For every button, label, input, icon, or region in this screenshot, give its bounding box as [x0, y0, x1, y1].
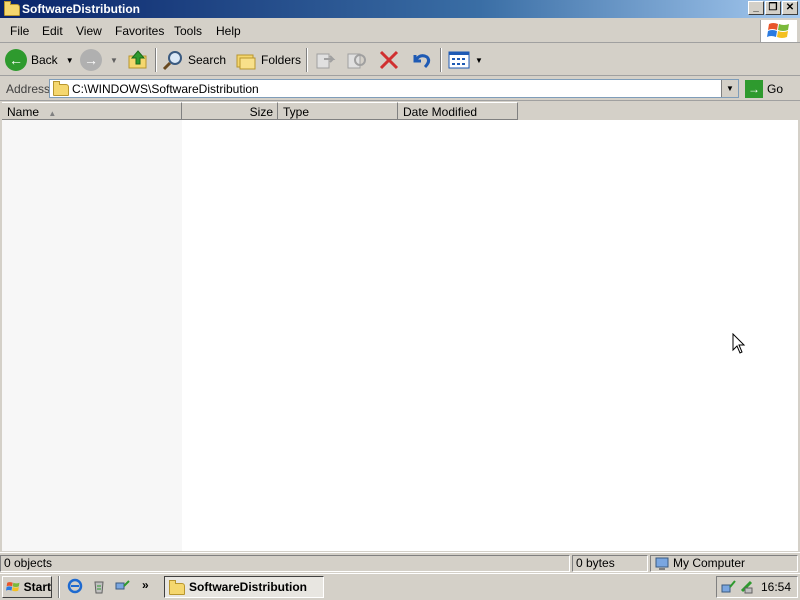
menu-favorites[interactable]: Favorites [115, 24, 164, 38]
folders-label: Folders [261, 53, 302, 67]
window-title: SoftwareDistribution [22, 2, 141, 16]
restore-button[interactable]: ❐ [765, 1, 781, 15]
column-date-label: Date Modified [403, 105, 478, 119]
up-folder-icon [128, 50, 147, 69]
folders-icon [236, 54, 256, 70]
internet-explorer-icon[interactable] [67, 578, 83, 594]
copy-to-icon [347, 53, 366, 69]
menu-bar: File Edit View Favorites Tools Help [0, 19, 800, 43]
windows-logo-icon [6, 582, 20, 592]
undo-icon [413, 54, 431, 69]
column-name-label: Name [7, 105, 40, 119]
column-header-type[interactable]: Type [278, 102, 398, 120]
move-to-icon [316, 53, 336, 69]
sort-ascending-icon: ▲ [48, 109, 57, 118]
column-header-name[interactable]: Name ▲ [2, 102, 182, 120]
folder-icon [4, 1, 20, 16]
clock: 16:54 [760, 580, 791, 594]
file-list[interactable] [2, 120, 798, 551]
folder-icon [53, 81, 69, 96]
column-header-date-modified[interactable]: Date Modified [398, 102, 518, 120]
delete-x-icon [379, 50, 399, 70]
taskbar-window-label: SoftwareDistribution [189, 580, 308, 594]
quicklaunch-chevron[interactable]: » [142, 578, 149, 592]
status-location-label: My Computer [673, 556, 746, 570]
status-bar: 0 objects 0 bytes My Computer [0, 552, 800, 572]
taskbar: Start » SoftwareDistribution 16:54 [0, 573, 800, 600]
list-header: Name ▲ Size Type Date Modified [2, 102, 798, 120]
toolbar: ← Back ▼ → ▼ Search Folders ▼ [0, 44, 800, 76]
back-label: Back [31, 53, 58, 67]
search-button[interactable]: Search [162, 47, 226, 73]
minimize-button[interactable]: _ [748, 1, 764, 15]
menu-file[interactable]: File [10, 24, 29, 38]
column-size-label: Size [249, 105, 273, 119]
views-grid-icon [448, 51, 470, 69]
up-folder-button[interactable] [127, 47, 149, 73]
go-label: Go [767, 82, 784, 96]
back-arrow-icon: ← [5, 49, 27, 71]
title-bar[interactable]: SoftwareDistribution _ ❐ ✕ [0, 0, 800, 18]
menu-help[interactable]: Help [216, 24, 241, 38]
back-dropdown-icon[interactable]: ▼ [66, 56, 74, 65]
forward-dropdown-icon[interactable]: ▼ [110, 56, 118, 65]
copy-to-button[interactable] [345, 47, 367, 73]
close-button[interactable]: ✕ [782, 1, 798, 15]
taskbar-window-button[interactable]: SoftwareDistribution [164, 576, 324, 598]
column-type-label: Type [283, 105, 310, 119]
mouse-cursor-icon [732, 333, 746, 354]
views-button[interactable]: ▼ [447, 47, 483, 73]
views-dropdown-icon[interactable]: ▼ [475, 56, 483, 65]
back-button[interactable]: ← Back ▼ [5, 47, 74, 73]
delete-button[interactable] [378, 47, 400, 73]
network-icon[interactable] [114, 578, 130, 594]
menu-view[interactable]: View [76, 24, 102, 38]
my-computer-icon [655, 557, 669, 570]
forward-button[interactable]: → ▼ [80, 47, 118, 73]
address-label: Address [6, 82, 51, 96]
undo-button[interactable] [410, 47, 432, 73]
address-bar: Address C:\WINDOWS\SoftwareDistribution … [0, 77, 800, 101]
search-label: Search [188, 53, 227, 67]
address-dropdown-icon[interactable]: ▼ [721, 80, 738, 97]
network-tray-icon[interactable] [721, 579, 737, 595]
menu-edit[interactable]: Edit [42, 24, 63, 38]
folders-button[interactable]: Folders [235, 47, 301, 73]
go-button[interactable]: → Go [745, 79, 795, 99]
system-tray: 16:54 [716, 576, 798, 598]
move-to-button[interactable] [314, 47, 336, 73]
column-header-size[interactable]: Size [182, 102, 278, 120]
status-size: 0 bytes [572, 555, 648, 572]
status-object-count: 0 objects [0, 555, 570, 572]
start-label: Start [23, 580, 51, 594]
recycle-bin-icon[interactable] [91, 578, 107, 594]
start-button[interactable]: Start [2, 576, 52, 598]
windows-logo-icon [760, 20, 797, 42]
safely-remove-hardware-icon[interactable] [739, 579, 755, 595]
sorted-column-shade [2, 120, 182, 551]
address-value: C:\WINDOWS\SoftwareDistribution [72, 82, 259, 96]
status-location: My Computer [650, 555, 798, 572]
folder-icon [169, 579, 185, 595]
address-input[interactable]: C:\WINDOWS\SoftwareDistribution ▼ [49, 79, 739, 98]
go-arrow-icon: → [745, 80, 763, 98]
search-icon [162, 51, 182, 71]
forward-arrow-icon: → [80, 49, 102, 71]
menu-tools[interactable]: Tools [174, 24, 202, 38]
